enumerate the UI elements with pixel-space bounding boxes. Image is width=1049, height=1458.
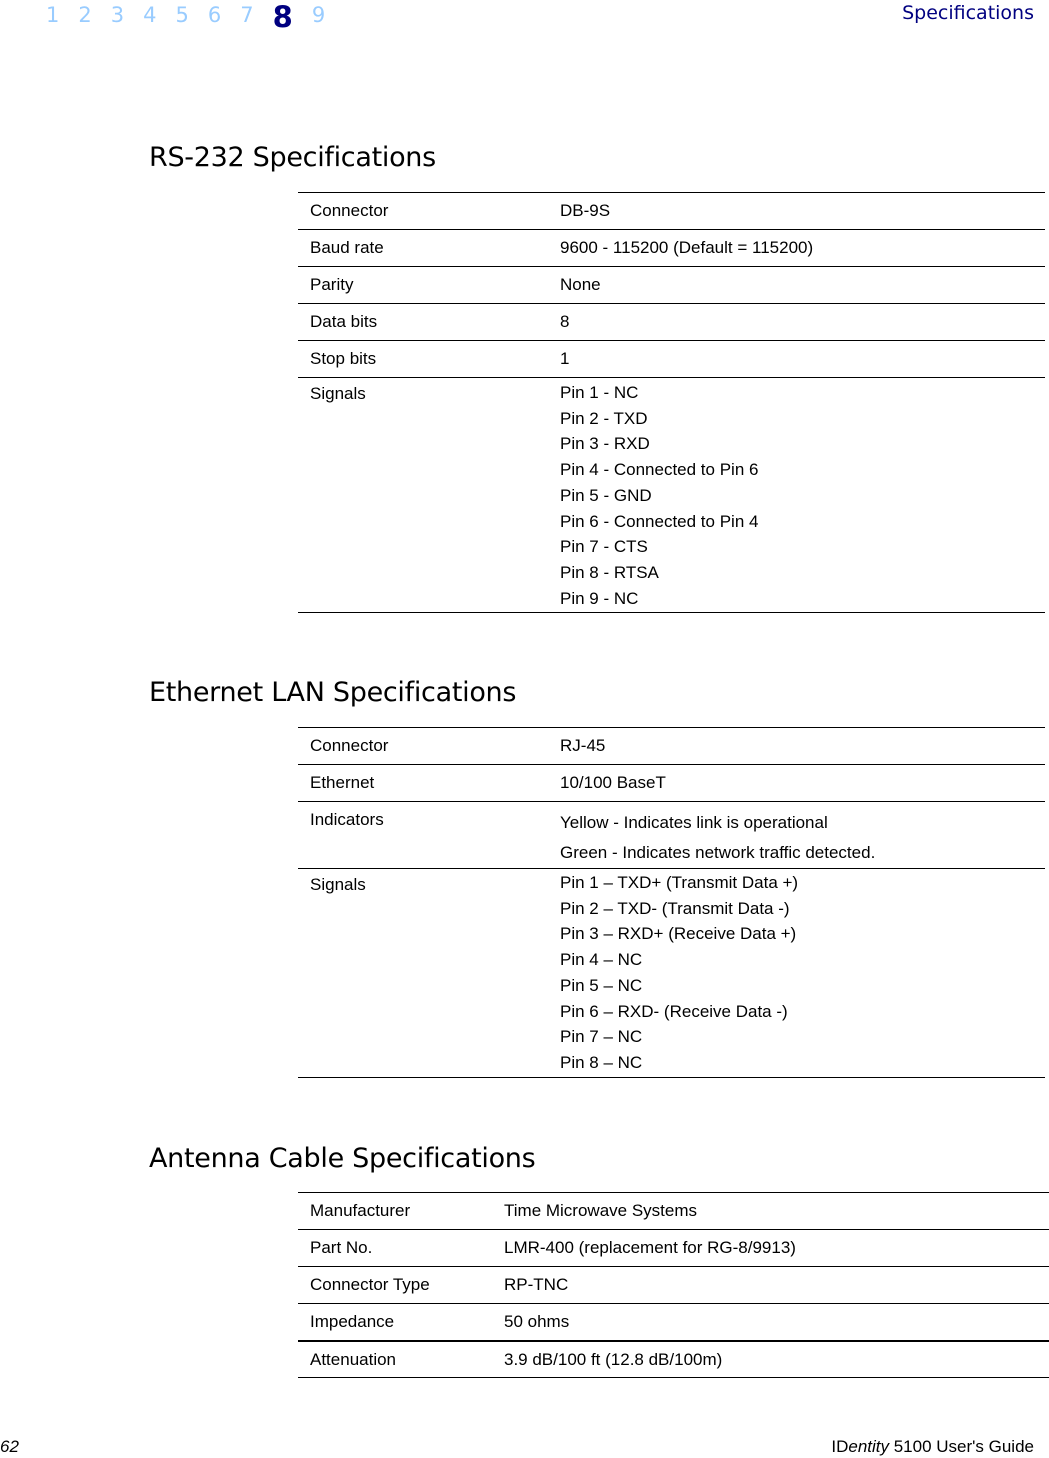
spec-value: 50 ohms <box>504 1303 1049 1342</box>
table-row: Connector RJ-45 <box>298 727 1045 765</box>
table-row: Parity None <box>298 266 1045 304</box>
page-number: 62 <box>0 1437 19 1456</box>
antenna-spec-table: Manufacturer Time Microwave Systems Part… <box>298 1192 1049 1378</box>
table-row: Baud rate 9600 - 115200 (Default = 11520… <box>298 229 1045 267</box>
spec-value: DB-9S <box>560 192 1045 230</box>
spec-label: Attenuation <box>298 1340 504 1378</box>
spec-label: Indicators <box>298 801 560 869</box>
spec-label: Connector <box>298 727 560 765</box>
table-row: Attenuation 3.9 dB/100 ft (12.8 dB/100m) <box>298 1340 1049 1378</box>
spec-value: RJ-45 <box>560 727 1045 765</box>
chapter-link-6[interactable]: 6 <box>208 0 221 30</box>
chapter-link-8-current[interactable]: 8 <box>273 0 293 34</box>
chapter-link-5[interactable]: 5 <box>176 0 189 30</box>
rs232-spec-table: Connector DB-9S Baud rate 9600 - 115200 … <box>298 192 1045 613</box>
chapter-link-4[interactable]: 4 <box>143 0 156 30</box>
spec-label: Signals <box>298 868 560 1078</box>
chapter-link-9[interactable]: 9 <box>312 0 325 30</box>
spec-value: None <box>560 266 1045 304</box>
spec-value: LMR-400 (replacement for RG-8/9913) <box>504 1229 1049 1267</box>
spec-value-list: Pin 1 - NC Pin 2 - TXD Pin 3 - RXD Pin 4… <box>560 377 1045 613</box>
spec-label: Baud rate <box>298 229 560 267</box>
spec-value: RP-TNC <box>504 1266 1049 1304</box>
spec-label: Signals <box>298 377 560 613</box>
spec-label: Impedance <box>298 1303 504 1342</box>
table-row: Signals Pin 1 – TXD+ (Transmit Data +) P… <box>298 868 1045 1078</box>
section-title-ethernet: Ethernet LAN Specifications <box>149 677 517 708</box>
table-row: Stop bits 1 <box>298 340 1045 378</box>
ethernet-spec-table: Connector RJ-45 Ethernet 10/100 BaseT In… <box>298 727 1045 1078</box>
chapter-navigation: 1 2 3 4 5 6 7 8 9 <box>46 0 344 34</box>
spec-value: 3.9 dB/100 ft (12.8 dB/100m) <box>504 1340 1049 1378</box>
spec-label: Connector <box>298 192 560 230</box>
spec-label: Ethernet <box>298 764 560 802</box>
table-row: Data bits 8 <box>298 303 1045 341</box>
table-row: Connector Type RP-TNC <box>298 1266 1049 1304</box>
spec-label: Parity <box>298 266 560 304</box>
chapter-link-1[interactable]: 1 <box>46 0 59 30</box>
spec-value: 9600 - 115200 (Default = 115200) <box>560 229 1045 267</box>
spec-label: Manufacturer <box>298 1192 504 1230</box>
table-row: Indicators Yellow - Indicates link is op… <box>298 801 1045 869</box>
table-row: Manufacturer Time Microwave Systems <box>298 1192 1049 1230</box>
chapter-link-3[interactable]: 3 <box>111 0 124 30</box>
table-row: Ethernet 10/100 BaseT <box>298 764 1045 802</box>
spec-value: 1 <box>560 340 1045 378</box>
section-title-rs232: RS-232 Specifications <box>149 142 436 173</box>
guide-title: IDentity 5100 User's Guide <box>831 1437 1034 1456</box>
spec-value-list: Pin 1 – TXD+ (Transmit Data +) Pin 2 – T… <box>560 868 1045 1078</box>
spec-value-list: Yellow - Indicates link is operational G… <box>560 801 1045 869</box>
table-row: Impedance 50 ohms <box>298 1303 1049 1342</box>
chapter-link-7[interactable]: 7 <box>240 0 253 30</box>
spec-value: 10/100 BaseT <box>560 764 1045 802</box>
running-head: Specifications <box>902 2 1034 24</box>
spec-label: Part No. <box>298 1229 504 1267</box>
section-title-antenna: Antenna Cable Specifications <box>149 1143 536 1174</box>
spec-label: Data bits <box>298 303 560 341</box>
spec-label: Stop bits <box>298 340 560 378</box>
spec-label: Connector Type <box>298 1266 504 1304</box>
chapter-link-2[interactable]: 2 <box>78 0 91 30</box>
table-row: Signals Pin 1 - NC Pin 2 - TXD Pin 3 - R… <box>298 377 1045 613</box>
spec-value: Time Microwave Systems <box>504 1192 1049 1230</box>
spec-value: 8 <box>560 303 1045 341</box>
table-row: Connector DB-9S <box>298 192 1045 230</box>
table-row: Part No. LMR-400 (replacement for RG-8/9… <box>298 1229 1049 1267</box>
